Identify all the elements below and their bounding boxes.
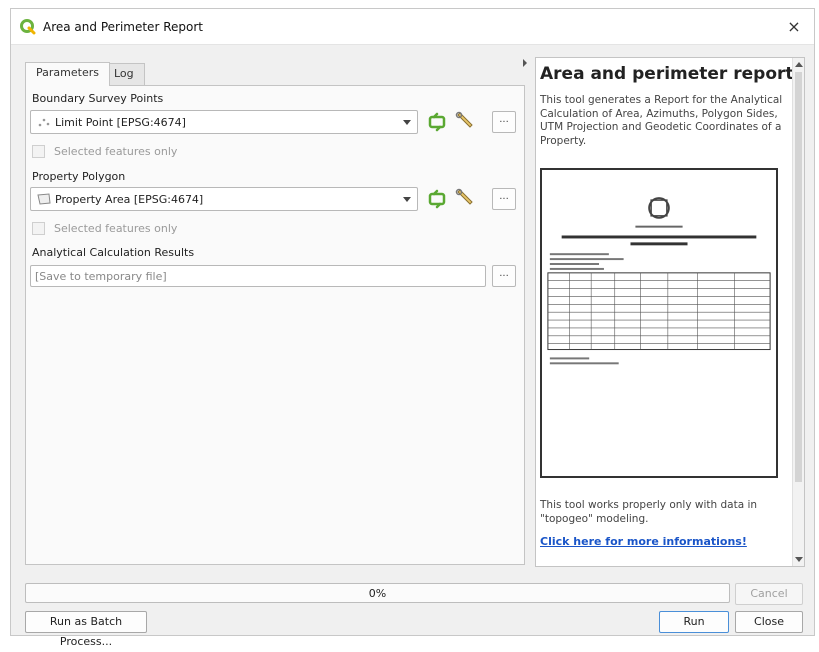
boundary-selected-only-label: Selected features only xyxy=(54,145,178,158)
dialog-window: Area and Perimeter Report × Parameters L… xyxy=(10,8,815,648)
collapse-help-icon[interactable] xyxy=(523,59,527,67)
polygon-selected-only-label: Selected features only xyxy=(54,222,178,235)
results-more-button[interactable]: ... xyxy=(492,265,516,287)
window-title: Area and Perimeter Report xyxy=(43,20,203,34)
cancel-button[interactable]: Cancel xyxy=(735,583,803,605)
help-note: This tool works properly only with data … xyxy=(540,499,758,525)
boundary-selected-only-checkbox[interactable]: Selected features only xyxy=(32,144,232,160)
progress-bar: 0% xyxy=(25,583,730,603)
boundary-more-button[interactable]: ... xyxy=(492,111,516,133)
polygon-more-button[interactable]: ... xyxy=(492,188,516,210)
title-bar: Area and Perimeter Report × xyxy=(11,9,814,45)
point-layer-icon xyxy=(38,118,50,127)
chevron-down-icon xyxy=(403,120,411,125)
scroll-down-icon[interactable] xyxy=(795,557,803,562)
boundary-layer-combo[interactable]: Limit Point [EPSG:4674] xyxy=(30,110,418,134)
scroll-thumb[interactable] xyxy=(795,72,802,482)
progress-label: 0% xyxy=(368,587,387,600)
polygon-layer-icon xyxy=(37,193,51,205)
results-output-field[interactable]: [Save to temporary file] xyxy=(30,265,486,287)
results-placeholder: [Save to temporary file] xyxy=(35,270,167,283)
run-button[interactable]: Run xyxy=(659,611,729,633)
help-scrollbar[interactable] xyxy=(792,58,804,566)
parameters-panel: Boundary Survey Points Limit Point [EPSG… xyxy=(25,85,525,565)
report-preview-image xyxy=(540,168,778,478)
polygon-layer-value: Property Area [EPSG:4674] xyxy=(55,193,204,206)
polygon-layer-combo[interactable]: Property Area [EPSG:4674] xyxy=(30,187,418,211)
iterate-icon[interactable] xyxy=(426,188,448,210)
close-window-icon[interactable]: × xyxy=(784,17,804,37)
help-description: This tool generates a Report for the Ana… xyxy=(540,94,783,147)
checkbox-box xyxy=(32,222,45,235)
help-panel: Area and perimeter report This tool gene… xyxy=(535,57,805,567)
help-title: Area and perimeter report xyxy=(540,64,794,84)
close-button[interactable]: Close xyxy=(735,611,803,633)
more-info-link[interactable]: Click here for more informations! xyxy=(540,535,747,548)
boundary-label: Boundary Survey Points xyxy=(32,92,164,105)
results-label: Analytical Calculation Results xyxy=(32,246,195,259)
run-batch-button[interactable]: Run as Batch Process... xyxy=(25,611,147,648)
polygon-label: Property Polygon xyxy=(32,170,126,183)
checkbox-box xyxy=(32,145,45,158)
polygon-selected-only-checkbox[interactable]: Selected features only xyxy=(32,221,232,237)
wrench-icon[interactable] xyxy=(454,187,476,209)
iterate-icon[interactable] xyxy=(426,111,448,133)
qgis-logo-icon xyxy=(20,19,36,35)
scroll-up-icon[interactable] xyxy=(795,62,803,67)
wrench-icon[interactable] xyxy=(454,110,476,132)
tab-parameters[interactable]: Parameters xyxy=(25,62,110,86)
chevron-down-icon xyxy=(403,197,411,202)
boundary-layer-value: Limit Point [EPSG:4674] xyxy=(55,116,186,129)
